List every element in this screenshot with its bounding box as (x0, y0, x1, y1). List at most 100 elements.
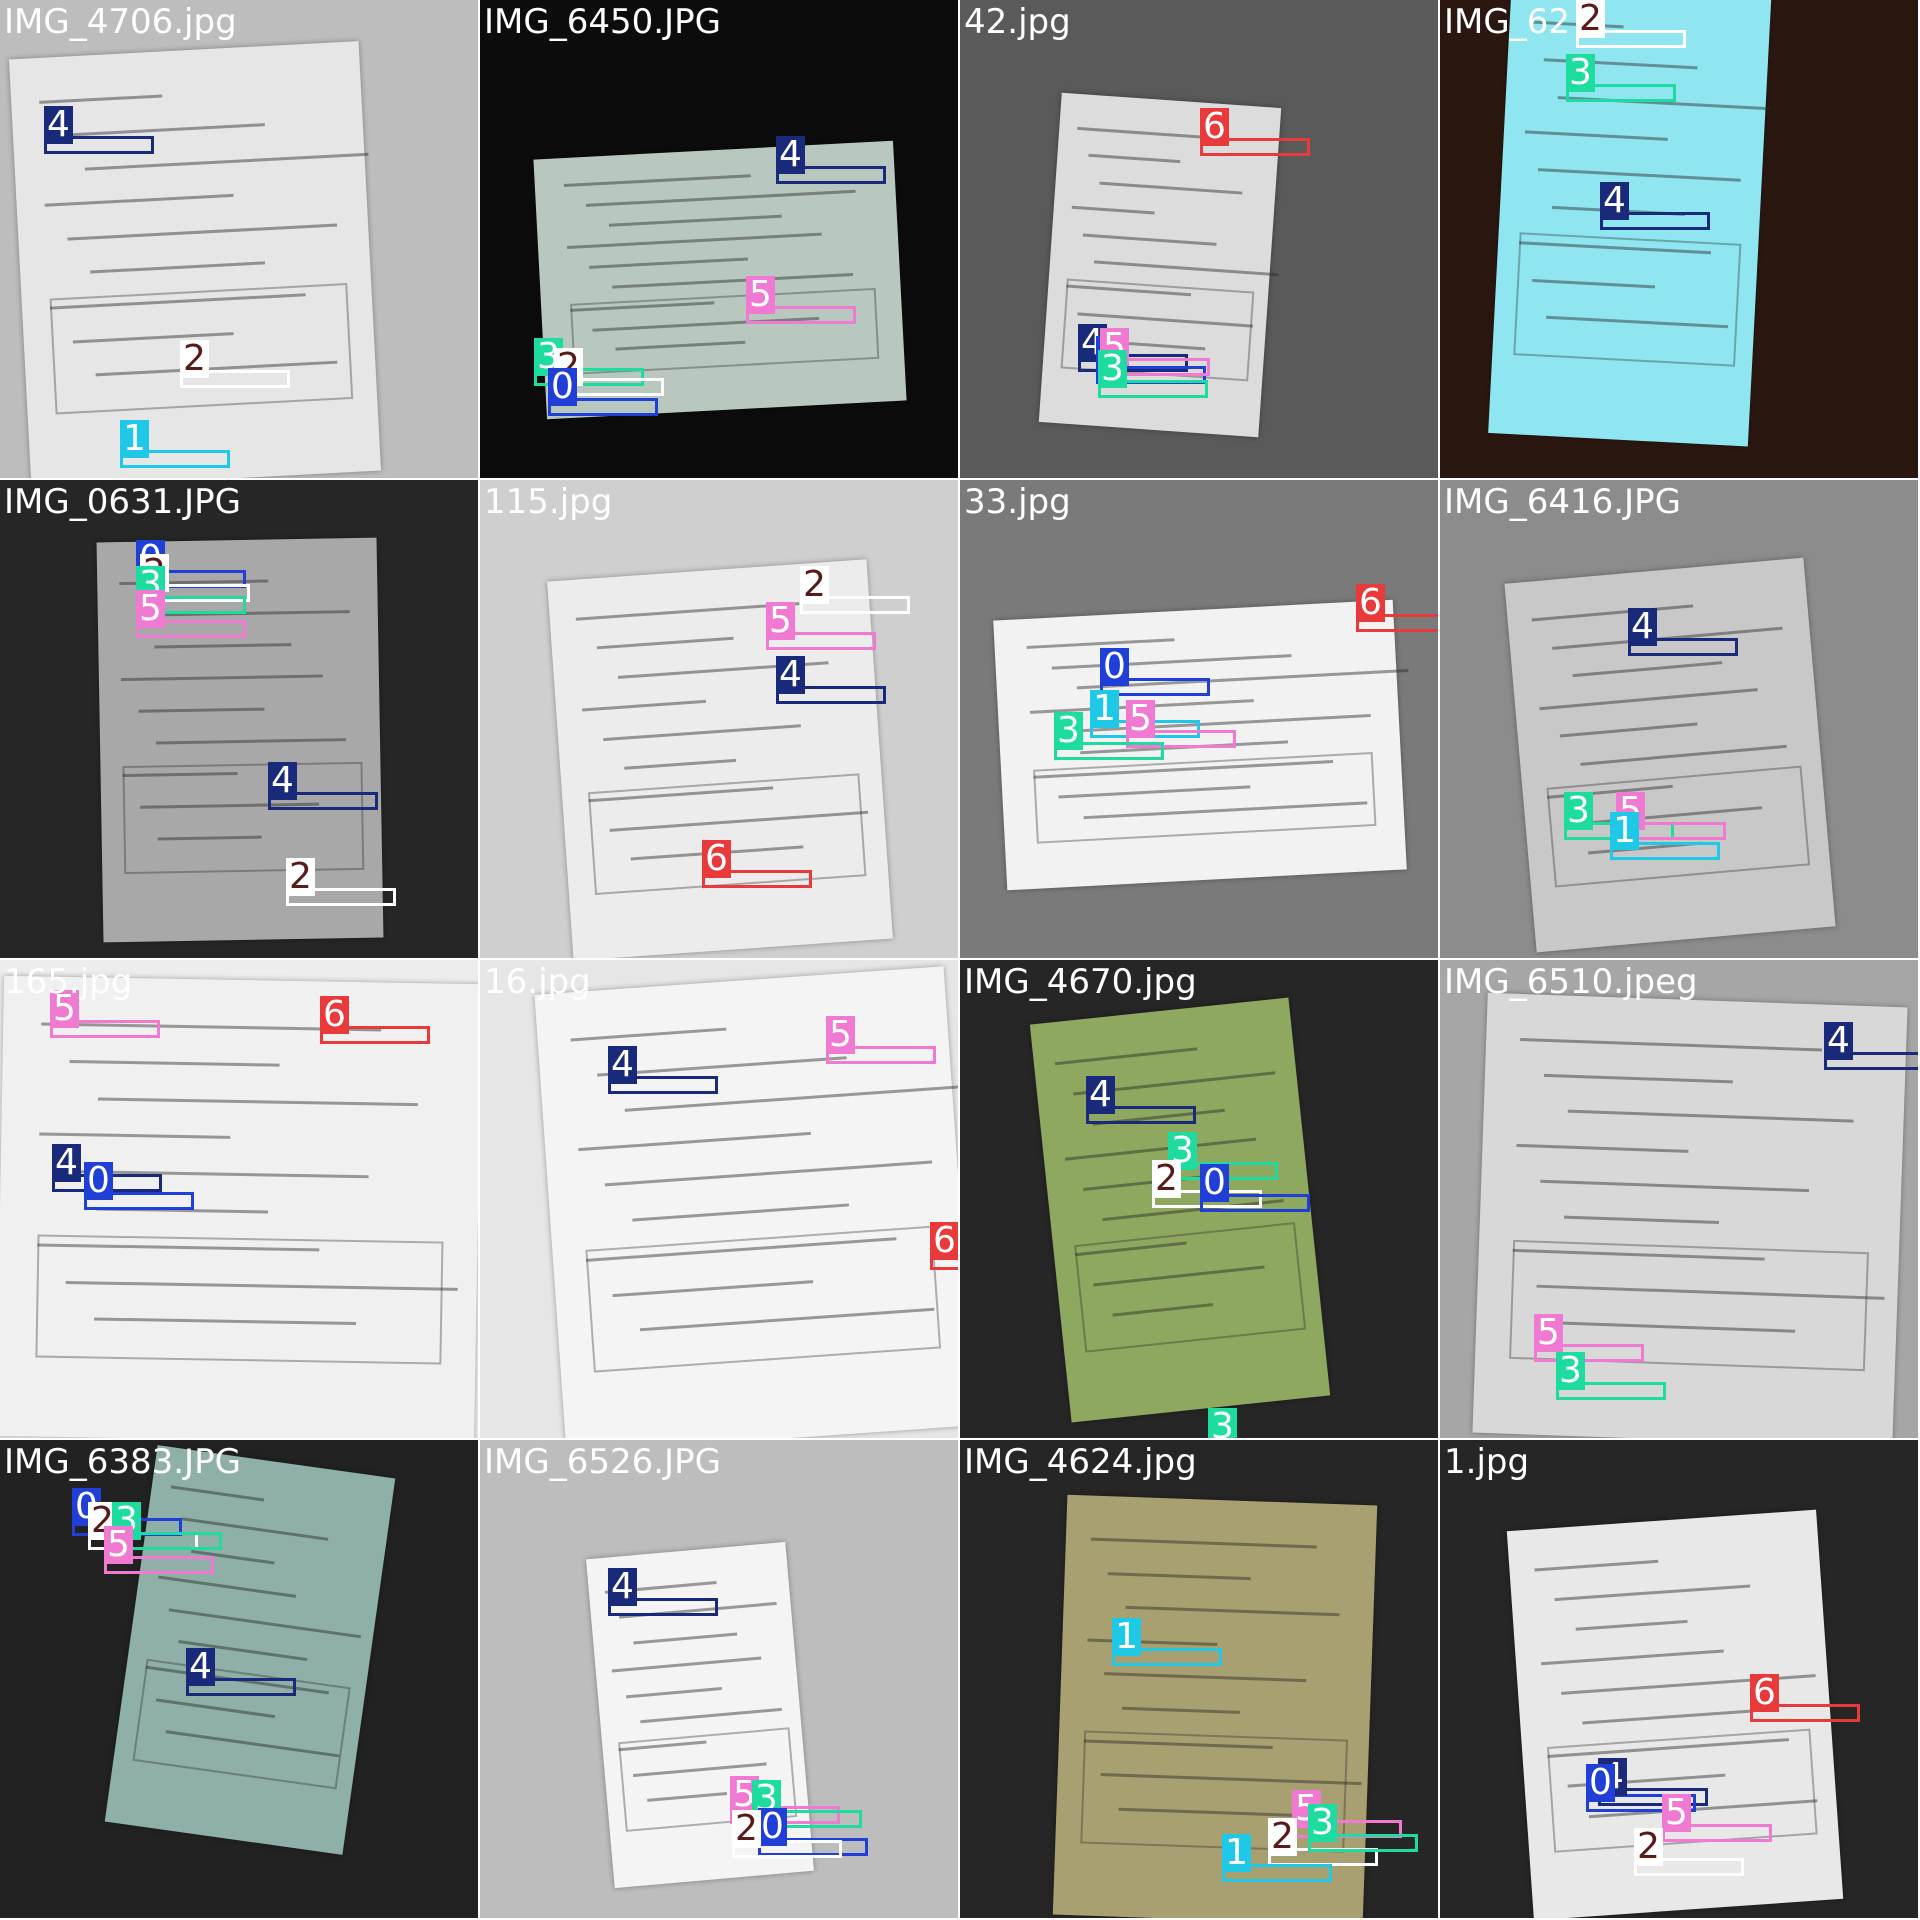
class-tag: 2 (1268, 1818, 1297, 1856)
document-text-line (121, 674, 323, 682)
class-tag: 3 (1308, 1804, 1337, 1842)
class-tag: 5 (1534, 1314, 1563, 1352)
document-text-line (168, 1607, 362, 1638)
grid-tile: IMG_0631.JPG023542 (0, 480, 478, 958)
document-text-line (1538, 168, 1741, 182)
class-tag: 4 (1086, 1076, 1115, 1114)
class-tag: 2 (800, 566, 829, 604)
grid-tile: IMG_6416.JPG 4 3 5 1 (1440, 480, 1918, 958)
grid-tile: IMG_4706.jpg 4 1 2 (0, 0, 478, 478)
document-text-line (1051, 653, 1292, 670)
document-table (1513, 231, 1742, 367)
document-text-line (1524, 130, 1668, 142)
tile-filename: IMG_4706.jpg (4, 2, 237, 42)
class-tag: 2 (180, 340, 209, 378)
document-text-line (1554, 1584, 1750, 1602)
document-text-line (1575, 1620, 1688, 1632)
document-text-line (581, 700, 707, 712)
document-text-line (1093, 260, 1279, 277)
class-tag: 5 (1662, 1794, 1691, 1832)
class-tag: 1 (1222, 1834, 1251, 1872)
document-text-line (158, 1575, 297, 1599)
document-text-line (625, 1686, 722, 1698)
class-tag: 4 (52, 1144, 81, 1182)
document-text-line (624, 758, 737, 770)
class-tag: 0 (1200, 1164, 1229, 1202)
class-tag: 2 (1576, 0, 1605, 38)
document-text-line (612, 273, 854, 289)
tile-filename: IMG_4670.jpg (964, 962, 1197, 1002)
document-photo (0, 975, 478, 1438)
class-tag: 0 (758, 1808, 787, 1846)
document-text-line (1531, 604, 1694, 622)
class-tag: 3 (1098, 350, 1127, 388)
document-text-line (589, 257, 748, 269)
document-text-line (640, 1707, 782, 1724)
document-table (1033, 752, 1377, 845)
document-photo (547, 559, 893, 958)
class-tag: 3 (1208, 1408, 1237, 1438)
document-text-line (1580, 744, 1787, 766)
grid-tile: IMG_4624.jpg 1 5 2 3 1 (960, 1440, 1438, 1918)
document-table (122, 761, 364, 875)
document-text-line (1534, 1559, 1659, 1572)
document-text-line (1559, 722, 1698, 738)
class-tag: 1 (1112, 1618, 1141, 1656)
document-table (569, 287, 880, 375)
document-text-line (1567, 1110, 1854, 1124)
document-text-line (1071, 205, 1155, 215)
grid-tile: 16.jpg 4 5 6 (480, 960, 958, 1438)
document-text-line (578, 1132, 812, 1152)
document-text-line (1572, 661, 1723, 678)
class-tag: 4 (1628, 608, 1657, 646)
document-text-line (602, 723, 802, 741)
document-text-line (67, 223, 337, 241)
document-text-line (154, 643, 292, 649)
tile-filename: IMG_0631.JPG (4, 482, 241, 522)
document-text-line (1543, 1073, 1733, 1084)
grid-tile: 115.jpg 2 5 4 6 (480, 480, 958, 958)
class-tag: 4 (776, 136, 805, 174)
document-text-line (1104, 1672, 1307, 1683)
tile-filename: IMG_6416.JPG (1444, 482, 1681, 522)
class-tag: 3 (1556, 1352, 1585, 1390)
class-tag: 2 (1634, 1828, 1663, 1866)
class-tag: 5 (826, 1016, 855, 1054)
document-photo (1504, 557, 1836, 953)
tile-filename: IMG_62 (1444, 2, 1570, 42)
class-tag: 4 (1824, 1022, 1853, 1060)
document-text-line (563, 174, 751, 188)
class-tag: 6 (1200, 108, 1229, 146)
class-tag: 0 (548, 368, 577, 406)
grid-tile: IMG_4670.jpg 4 3 2 0 3 (960, 960, 1438, 1438)
document-text-line (1519, 1037, 1823, 1052)
grid-tile: IMG_62 2 3 4 (1440, 0, 1918, 478)
class-tag: 5 (746, 276, 775, 314)
class-tag: 4 (1600, 182, 1629, 220)
class-tag: 6 (1750, 1674, 1779, 1712)
tile-filename: IMG_6383.JPG (4, 1442, 241, 1482)
document-text-line (596, 637, 735, 650)
class-tag: 5 (136, 590, 165, 628)
document-text-line (90, 261, 266, 274)
document-text-line (44, 194, 234, 207)
class-tag: 4 (608, 1046, 637, 1084)
tile-filename: 42.jpg (964, 2, 1071, 42)
class-tag: 1 (1090, 690, 1119, 728)
class-tag: 0 (1586, 1764, 1615, 1802)
tile-filename: 115.jpg (484, 482, 613, 522)
tile-filename: IMG_6510.jpeg (1444, 962, 1698, 1002)
class-tag: 2 (1152, 1160, 1181, 1198)
document-text-line (1088, 154, 1181, 164)
document-text-line (1082, 233, 1217, 246)
class-tag: 6 (930, 1222, 958, 1260)
class-tag: 3 (1564, 792, 1593, 830)
class-tag: 4 (608, 1568, 637, 1606)
tile-filename: IMG_4624.jpg (964, 1442, 1197, 1482)
class-tag: 5 (766, 602, 795, 640)
document-text-line (566, 232, 823, 250)
document-text-line (1054, 1047, 1198, 1066)
grid-tile: 42.jpg64053 (960, 0, 1438, 478)
document-text-line (1563, 1215, 1720, 1225)
document-text-line (1121, 1706, 1240, 1714)
